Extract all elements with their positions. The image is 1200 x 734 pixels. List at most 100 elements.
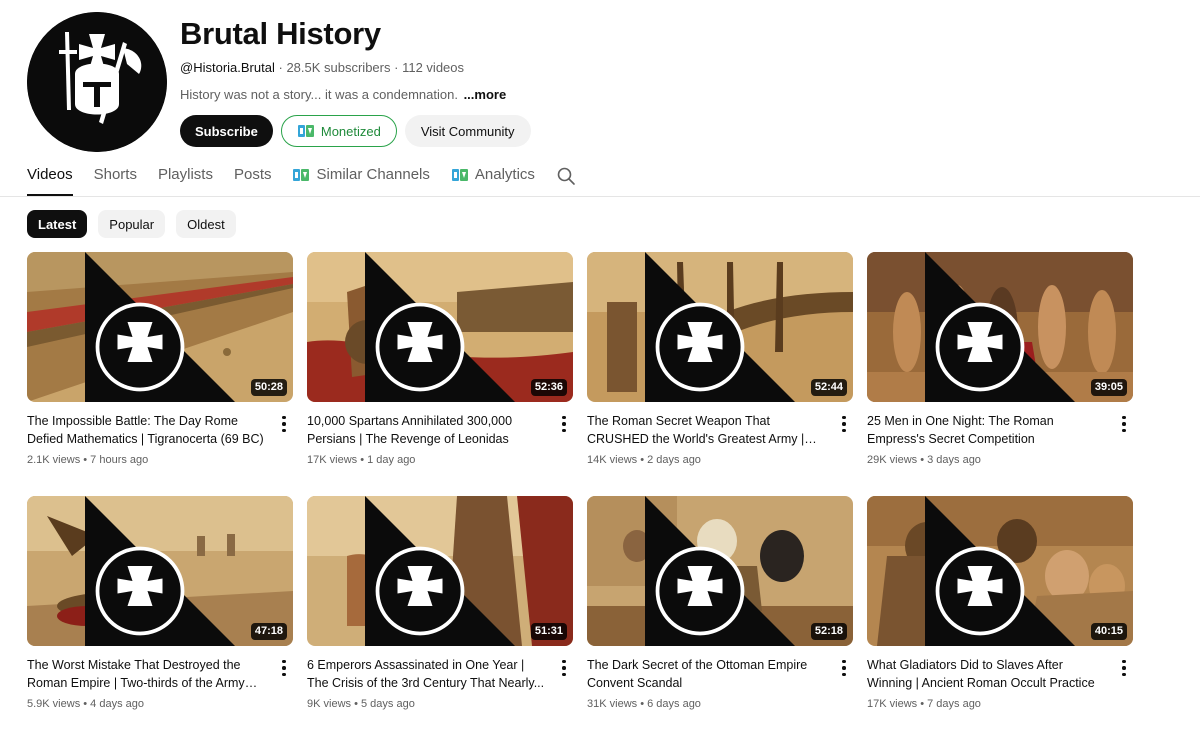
monetized-button[interactable]: Monetized (280, 115, 397, 147)
channel-info: Brutal History @Historia.Brutal · 28.5K … (180, 15, 531, 147)
video-title[interactable]: The Dark Secret of the Ottoman Empire Co… (587, 656, 827, 692)
video-meta: 31K views • 6 days ago (587, 698, 701, 710)
tabs-divider (0, 196, 1200, 197)
video-meta: 5.9K views • 4 days ago (27, 698, 144, 710)
channel-logo-icon (27, 12, 167, 152)
video-meta: 29K views • 3 days ago (867, 454, 981, 466)
channel-meta: @Historia.Brutal · 28.5K subscribers · 1… (180, 59, 531, 77)
video-details: The Worst Mistake That Destroyed the Rom… (27, 656, 293, 711)
video-duration: 40:15 (1090, 623, 1127, 640)
video-views: 5.9K views (27, 698, 81, 710)
video-card: 50:28 The Impossible Battle: The Day Rom… (27, 252, 293, 496)
more-vert-icon[interactable] (1117, 414, 1131, 434)
more-vert-icon[interactable] (557, 414, 571, 434)
video-count: 112 videos (402, 60, 465, 75)
tab-analytics-label: Analytics (474, 166, 535, 183)
channel-avatar[interactable] (27, 12, 167, 152)
description-more-link[interactable]: ...more (464, 87, 507, 102)
subscriber-count: 28.5K subscribers (286, 60, 391, 75)
video-age: 7 hours ago (90, 454, 149, 466)
video-views: 31K views (587, 698, 638, 710)
video-thumbnail[interactable]: 52:18 (587, 496, 853, 646)
video-duration: 47:18 (250, 623, 287, 640)
video-title[interactable]: 10,000 Spartans Annihilated 300,000 Pers… (307, 412, 547, 448)
extension-logo-icon (293, 169, 310, 181)
video-details: The Roman Secret Weapon That CRUSHED the… (587, 412, 853, 467)
video-card: 40:15 What Gladiators Did to Slaves Afte… (867, 496, 1133, 734)
video-title[interactable]: The Roman Secret Weapon That CRUSHED the… (587, 412, 827, 448)
sort-chips: Latest Popular Oldest (27, 210, 236, 238)
video-views: 9K views (307, 698, 352, 710)
more-vert-icon[interactable] (277, 414, 291, 434)
channel-handle: @Historia.Brutal (180, 60, 275, 75)
video-views: 2.1K views (27, 454, 81, 466)
video-duration: 50:28 (250, 379, 287, 396)
video-duration: 39:05 (1090, 379, 1127, 396)
more-vert-icon[interactable] (1117, 658, 1131, 678)
video-details: 6 Emperors Assassinated in One Year | Th… (307, 656, 573, 711)
video-title[interactable]: 25 Men in One Night: The Roman Empress's… (867, 412, 1107, 448)
tab-posts[interactable]: Posts (234, 160, 272, 196)
video-duration: 52:18 (810, 623, 847, 640)
video-details: The Dark Secret of the Ottoman Empire Co… (587, 656, 853, 711)
more-vert-icon[interactable] (837, 658, 851, 678)
extension-logo-icon (451, 169, 468, 181)
meta-separator: · (394, 60, 399, 75)
video-thumbnail[interactable]: 40:15 (867, 496, 1133, 646)
chip-latest[interactable]: Latest (27, 210, 88, 238)
tab-analytics[interactable]: Analytics (451, 160, 535, 196)
video-age: 1 day ago (367, 454, 416, 466)
video-card: 39:05 25 Men in One Night: The Roman Emp… (867, 252, 1133, 496)
chip-oldest[interactable]: Oldest (176, 210, 236, 238)
video-title[interactable]: What Gladiators Did to Slaves After Winn… (867, 656, 1107, 692)
tab-playlists[interactable]: Playlists (158, 160, 213, 196)
video-views: 17K views (307, 454, 358, 466)
video-meta: 9K views • 5 days ago (307, 698, 415, 710)
video-details: 25 Men in One Night: The Roman Empress's… (867, 412, 1133, 467)
channel-title: Brutal History (180, 16, 381, 51)
video-thumbnail[interactable]: 52:44 (587, 252, 853, 402)
video-age: 6 days ago (647, 698, 701, 710)
video-thumbnail[interactable]: 47:18 (27, 496, 293, 646)
tab-similar-channels[interactable]: Similar Channels (292, 160, 430, 196)
video-meta: 14K views • 2 days ago (587, 454, 701, 466)
video-age: 7 days ago (927, 698, 981, 710)
video-meta: 17K views • 1 day ago (307, 454, 416, 466)
video-age: 2 days ago (647, 454, 701, 466)
video-title[interactable]: The Impossible Battle: The Day Rome Defi… (27, 412, 267, 448)
more-vert-icon[interactable] (837, 414, 851, 434)
tab-similar-channels-label: Similar Channels (316, 166, 430, 183)
video-age: 5 days ago (361, 698, 415, 710)
more-vert-icon[interactable] (277, 658, 291, 678)
video-card: 52:36 10,000 Spartans Annihilated 300,00… (307, 252, 573, 496)
visit-community-button[interactable]: Visit Community (404, 115, 531, 147)
video-thumbnail[interactable]: 52:36 (307, 252, 573, 402)
extension-logo-icon (297, 125, 314, 137)
channel-tabs: Videos Shorts Playlists Posts Similar Ch… (27, 160, 576, 196)
video-details: What Gladiators Did to Slaves After Winn… (867, 656, 1133, 711)
monetized-label: Monetized (320, 123, 381, 139)
video-views: 29K views (867, 454, 918, 466)
channel-header: Brutal History @Historia.Brutal · 28.5K … (27, 12, 1177, 152)
video-duration: 52:36 (530, 379, 567, 396)
video-thumbnail[interactable]: 39:05 (867, 252, 1133, 402)
video-duration: 52:44 (810, 379, 847, 396)
tab-shorts[interactable]: Shorts (94, 160, 137, 196)
video-card: 52:18 The Dark Secret of the Ottoman Emp… (587, 496, 853, 734)
video-thumbnail[interactable]: 51:31 (307, 496, 573, 646)
more-vert-icon[interactable] (557, 658, 571, 678)
chip-popular[interactable]: Popular (98, 210, 166, 238)
meta-separator: · (278, 60, 283, 75)
video-card: 47:18 The Worst Mistake That Destroyed t… (27, 496, 293, 734)
video-age: 4 days ago (90, 698, 144, 710)
subscribe-button[interactable]: Subscribe (180, 115, 273, 147)
video-card: 52:44 The Roman Secret Weapon That CRUSH… (587, 252, 853, 496)
video-age: 3 days ago (927, 454, 981, 466)
video-duration: 51:31 (530, 623, 567, 640)
video-title[interactable]: The Worst Mistake That Destroyed the Rom… (27, 656, 267, 692)
tab-videos[interactable]: Videos (27, 160, 73, 196)
video-meta: 2.1K views • 7 hours ago (27, 454, 149, 466)
search-icon[interactable] (556, 166, 576, 186)
video-thumbnail[interactable]: 50:28 (27, 252, 293, 402)
video-title[interactable]: 6 Emperors Assassinated in One Year | Th… (307, 656, 547, 692)
